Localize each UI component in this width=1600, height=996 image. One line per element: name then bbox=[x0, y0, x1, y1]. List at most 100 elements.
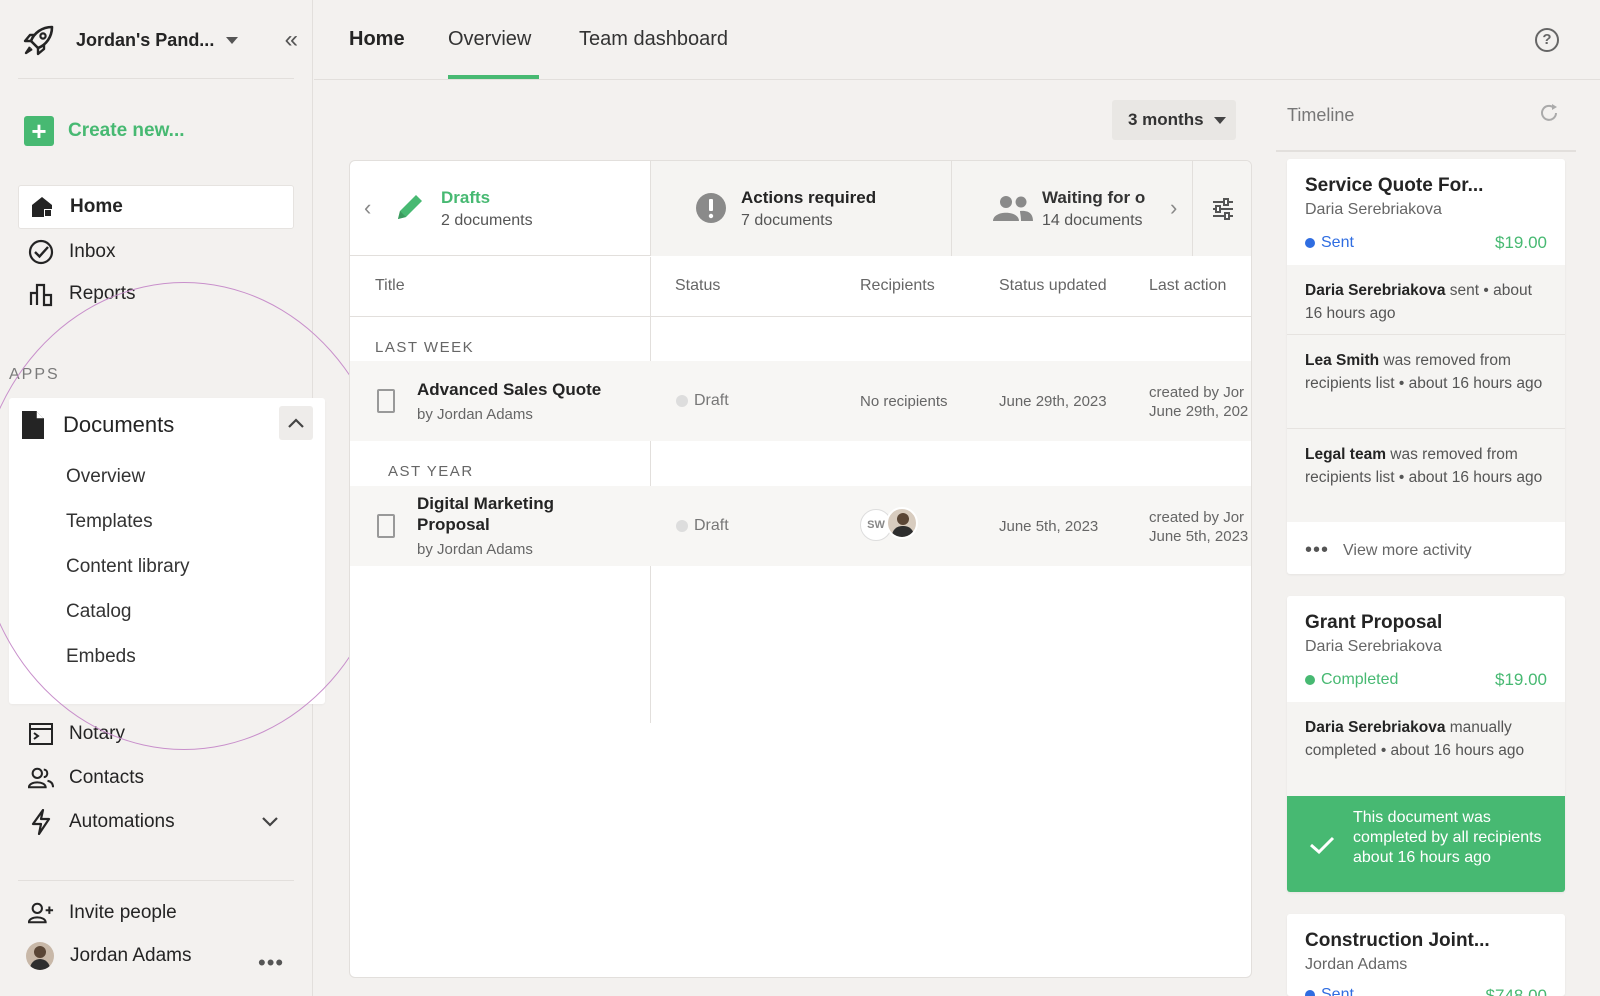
tab-overview[interactable]: Overview bbox=[448, 28, 531, 51]
sidebar-item-automations[interactable]: Automations bbox=[18, 800, 294, 844]
divider bbox=[1276, 150, 1576, 152]
summary-count: 14 documents bbox=[1042, 212, 1143, 229]
summary-actions-required[interactable]: Actions required 7 documents bbox=[651, 161, 951, 256]
chevron-down-icon[interactable] bbox=[261, 816, 279, 828]
documents-catalog-link[interactable]: Catalog bbox=[66, 601, 132, 623]
sidebar-item-home[interactable]: Home bbox=[18, 185, 294, 229]
view-more-activity-link[interactable]: ••• View more activity bbox=[1305, 539, 1472, 562]
reports-icon bbox=[28, 281, 54, 307]
top-navigation: Home Overview Team dashboard bbox=[314, 0, 1600, 80]
sidebar-item-notary[interactable]: Notary bbox=[18, 712, 294, 756]
document-icon bbox=[377, 389, 395, 413]
status-updated-cell: June 5th, 2023 bbox=[999, 518, 1099, 535]
column-header-title[interactable]: Title bbox=[375, 277, 405, 295]
summary-count: 2 documents bbox=[441, 212, 533, 229]
period-dropdown[interactable]: 3 months bbox=[1112, 100, 1236, 140]
summary-title: Waiting for o bbox=[1042, 188, 1146, 207]
timeline-card-title[interactable]: Service Quote For... bbox=[1305, 175, 1483, 197]
rocket-icon bbox=[23, 25, 54, 56]
sidebar-item-reports[interactable]: Reports bbox=[18, 272, 294, 316]
refresh-icon[interactable] bbox=[1538, 102, 1560, 124]
amount: $19.00 bbox=[1495, 670, 1547, 689]
document-owner: by Jordan Adams bbox=[417, 406, 533, 423]
status-label: Sent bbox=[1321, 986, 1354, 996]
workspace-name: Jordan's Pand... bbox=[76, 29, 215, 50]
documents-embeds-link[interactable]: Embeds bbox=[66, 646, 136, 668]
timeline-card[interactable]: Service Quote For... Daria Serebriakova … bbox=[1287, 159, 1565, 574]
timeline-card[interactable]: Construction Joint... Jordan Adams Sent … bbox=[1287, 914, 1565, 996]
status-dot bbox=[1305, 675, 1315, 685]
last-action-date: June 5th, 2023 bbox=[1149, 528, 1249, 545]
table-row[interactable]: Digital Marketing Proposal by Jordan Ada… bbox=[350, 486, 1251, 566]
more-options-icon[interactable]: ••• bbox=[258, 950, 284, 976]
status-label: Completed bbox=[1321, 671, 1399, 688]
user-name: Jordan Adams bbox=[70, 945, 192, 966]
documents-templates-link[interactable]: Templates bbox=[66, 511, 153, 533]
group-label-last-week: LAST WEEK bbox=[375, 339, 475, 356]
activity-actor: Lea Smith bbox=[1305, 352, 1380, 369]
document-name-line2[interactable]: Proposal bbox=[417, 515, 490, 535]
documents-app-header[interactable]: Documents bbox=[21, 410, 174, 440]
timeline-card-title[interactable]: Construction Joint... bbox=[1305, 930, 1490, 952]
filter-settings-button[interactable] bbox=[1193, 161, 1251, 256]
activity-item: Daria Serebriakova manually completed • … bbox=[1287, 702, 1565, 796]
documents-content-library-link[interactable]: Content library bbox=[66, 556, 190, 578]
invite-people-label: Invite people bbox=[69, 902, 177, 923]
summary-title: Actions required bbox=[741, 188, 877, 207]
sidebar-item-inbox[interactable]: Inbox bbox=[18, 230, 294, 274]
recipients-cell: No recipients bbox=[860, 393, 948, 410]
summary-waiting[interactable]: Waiting for o 14 documents › bbox=[952, 161, 1192, 256]
summary-strip: ‹ Drafts 2 documents Actions required 7 … bbox=[350, 161, 1251, 256]
chevron-left-icon[interactable]: ‹ bbox=[364, 195, 371, 221]
chevron-down-icon[interactable] bbox=[226, 36, 239, 44]
document-name[interactable]: Advanced Sales Quote bbox=[417, 380, 601, 400]
sidebar-item-contacts[interactable]: Contacts bbox=[18, 756, 294, 800]
user-profile[interactable]: Jordan Adams bbox=[26, 942, 191, 970]
timeline-card[interactable]: Grant Proposal Daria Serebriakova Comple… bbox=[1287, 596, 1565, 892]
active-tab-indicator bbox=[448, 75, 539, 79]
column-header-status[interactable]: Status bbox=[675, 277, 720, 295]
inbox-icon bbox=[28, 239, 54, 265]
sliders-icon bbox=[1213, 198, 1233, 220]
tab-home[interactable]: Home bbox=[349, 28, 405, 51]
documents-overview-link[interactable]: Overview bbox=[66, 466, 145, 488]
collapse-sidebar-icon[interactable]: « bbox=[285, 26, 299, 54]
last-action-cell: created by Jor bbox=[1149, 509, 1245, 526]
documents-card: ‹ Drafts 2 documents Actions required 7 … bbox=[349, 160, 1252, 978]
status-dot bbox=[1305, 990, 1315, 996]
status-badge: Sent bbox=[1305, 234, 1354, 252]
last-action-cell: created by Jor bbox=[1149, 384, 1245, 401]
help-icon[interactable]: ? bbox=[1535, 28, 1559, 52]
status-badge: Draft bbox=[694, 392, 729, 409]
group-label-last-year: AST YEAR bbox=[388, 463, 474, 480]
summary-drafts[interactable]: ‹ Drafts 2 documents bbox=[350, 161, 650, 256]
completed-banner: This document was completed by all recip… bbox=[1287, 796, 1565, 892]
timeline-card-title[interactable]: Grant Proposal bbox=[1305, 612, 1442, 634]
divider bbox=[18, 880, 294, 881]
divider bbox=[18, 78, 294, 79]
column-header-status-updated[interactable]: Status updated bbox=[999, 277, 1107, 295]
sidebar-item-label: Reports bbox=[69, 283, 136, 304]
table-row[interactable]: Advanced Sales Quote by Jordan Adams Dra… bbox=[350, 361, 1251, 441]
column-header-last-action[interactable]: Last action bbox=[1149, 277, 1226, 295]
column-header-recipients[interactable]: Recipients bbox=[860, 277, 935, 295]
create-new-button[interactable]: + Create new... bbox=[24, 116, 185, 146]
sidebar-item-label: Automations bbox=[69, 811, 175, 832]
period-value: 3 months bbox=[1128, 110, 1204, 129]
avatar bbox=[26, 942, 54, 970]
status-dot bbox=[676, 395, 688, 407]
add-user-icon bbox=[28, 900, 54, 926]
chevron-right-icon[interactable]: › bbox=[1170, 195, 1177, 221]
workspace-switcher[interactable]: Jordan's Pand... « bbox=[22, 20, 302, 60]
timeline-card-owner: Daria Serebriakova bbox=[1305, 201, 1442, 218]
invite-people-button[interactable]: Invite people bbox=[18, 891, 294, 935]
people-icon bbox=[993, 196, 1033, 221]
recipient-avatar bbox=[886, 507, 918, 539]
activity-item: Lea Smith was removed from recipients li… bbox=[1287, 335, 1565, 429]
create-new-label: Create new... bbox=[68, 120, 185, 141]
plus-icon: + bbox=[24, 116, 54, 146]
tab-team-dashboard[interactable]: Team dashboard bbox=[579, 28, 728, 51]
document-name[interactable]: Digital Marketing bbox=[417, 494, 554, 514]
documents-title: Documents bbox=[63, 412, 175, 437]
collapse-documents-button[interactable] bbox=[279, 406, 313, 440]
